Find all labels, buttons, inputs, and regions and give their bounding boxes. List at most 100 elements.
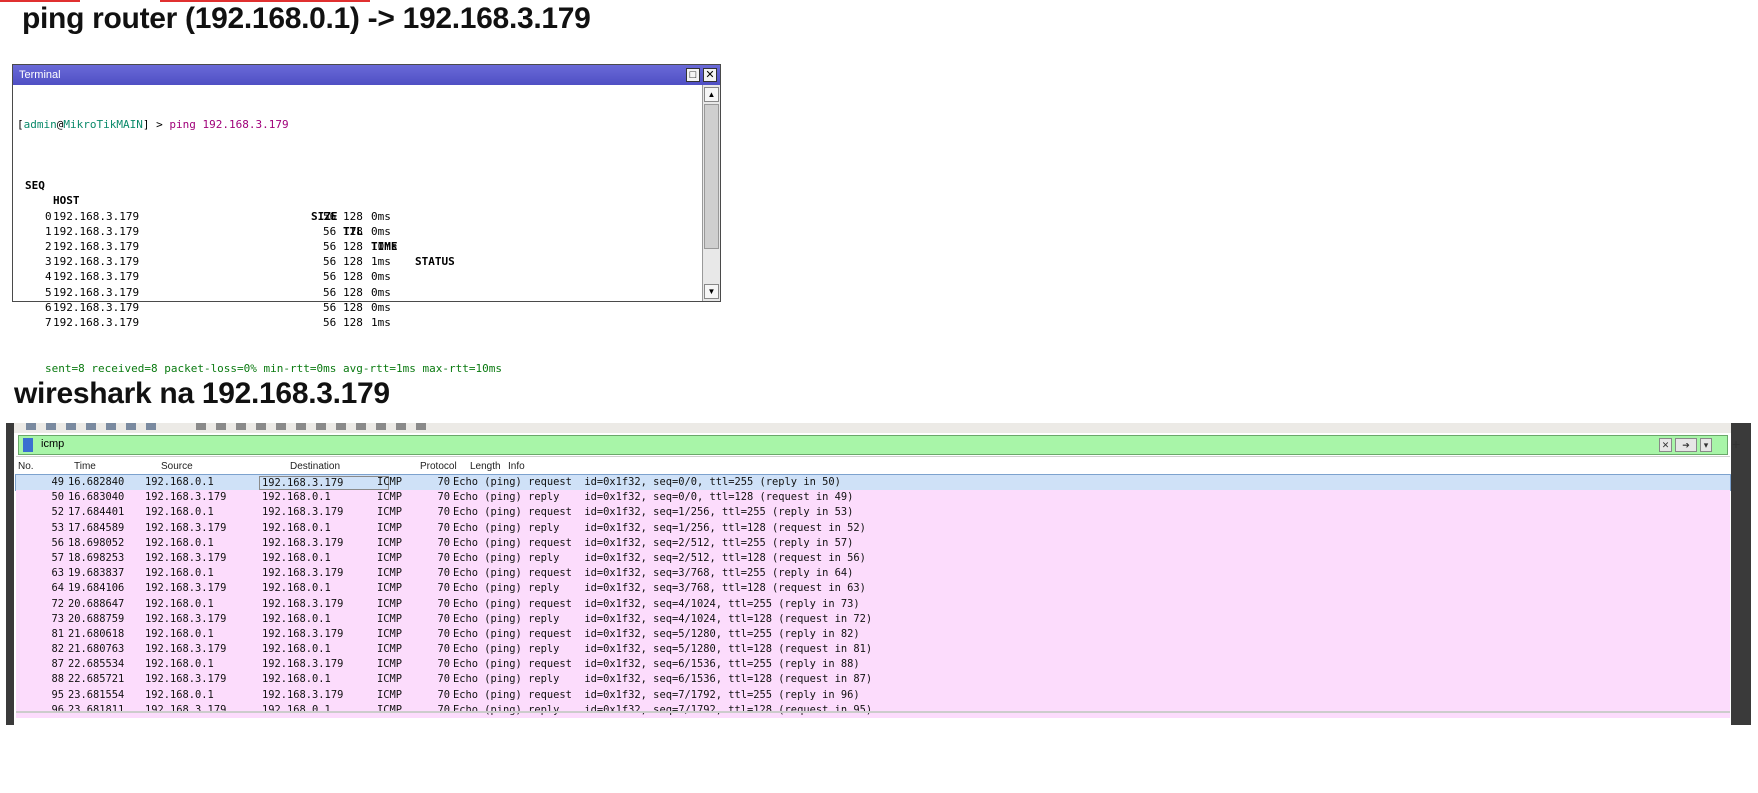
packet-row[interactable]: 88 22.685721 192.168.3.179 192.168.0.1 ICMP 7… bbox=[16, 672, 1730, 688]
packet-info: Echo (ping) request id=0x1f32, seq=2/512… bbox=[453, 536, 854, 549]
ping-row: 3 192.168.3.179 56 128 1ms bbox=[17, 254, 702, 269]
packet-row[interactable]: 52 17.684401 192.168.0.1 192.168.3.179 ICMP 7… bbox=[16, 505, 1730, 521]
packet-row[interactable]: 81 21.680618 192.168.0.1 192.168.3.179 ICMP 7… bbox=[16, 626, 1730, 643]
packet-protocol: ICMP bbox=[377, 551, 403, 564]
packet-row[interactable]: 64 19.684106 192.168.3.179 192.168.0.1 ICMP 7… bbox=[16, 581, 1730, 597]
close-icon[interactable]: ✕ bbox=[703, 68, 717, 82]
col-length[interactable]: Length bbox=[470, 461, 501, 472]
terminal-scrollbar[interactable]: ▲ ▼ bbox=[702, 85, 720, 301]
clear-filter-icon[interactable]: ✕ bbox=[1659, 438, 1672, 452]
packet-time: 18.698052 bbox=[68, 536, 125, 549]
packet-protocol: ICMP bbox=[377, 491, 403, 504]
scroll-up-icon[interactable]: ▲ bbox=[704, 87, 719, 102]
packet-row[interactable]: 63 19.683837 192.168.0.1 192.168.3.179 ICMP 7… bbox=[16, 566, 1730, 582]
packet-time: 16.683040 bbox=[68, 491, 125, 504]
display-filter-bar[interactable]: icmp ✕ ➔ ▾ bbox=[18, 435, 1728, 455]
packet-row[interactable]: 82 21.680763 192.168.3.179 192.168.0.1 ICMP 7… bbox=[16, 642, 1730, 658]
col-protocol[interactable]: Protocol bbox=[420, 461, 457, 472]
ping-size: 56 bbox=[323, 270, 337, 284]
filter-dropdown-icon[interactable]: ▾ bbox=[1700, 438, 1712, 452]
packet-time: 20.688759 bbox=[68, 612, 125, 625]
packet-list[interactable]: No. Time Source Destination Protocol Len… bbox=[15, 456, 1731, 724]
packet-length: 70 bbox=[437, 643, 450, 656]
ping-row: 1 192.168.3.179 56 128 0ms bbox=[17, 224, 702, 239]
packet-time: 19.684106 bbox=[68, 582, 125, 595]
terminal-window[interactable]: Terminal □ ✕ [admin@MikroTikMAIN] > ping… bbox=[12, 64, 721, 466]
packet-info: Echo (ping) reply id=0x1f32, seq=6/1536,… bbox=[453, 673, 873, 686]
packet-no: 49 bbox=[51, 476, 64, 488]
ping-seq: 5 bbox=[45, 285, 52, 299]
packet-row[interactable]: 95 23.681554 192.168.0.1 192.168.3.179 ICMP 7… bbox=[16, 687, 1730, 703]
packet-row[interactable]: 57 18.698253 192.168.3.179 192.168.0.1 ICMP 7… bbox=[16, 550, 1730, 567]
ping-ttl: 128 bbox=[343, 285, 363, 299]
packet-row[interactable]: 50 16.683040 192.168.3.179 192.168.0.1 ICMP 7… bbox=[16, 490, 1730, 506]
add-filter-icon[interactable]: + bbox=[1732, 436, 1740, 452]
toolbar-icons[interactable] bbox=[26, 423, 166, 430]
packet-no: 63 bbox=[51, 567, 64, 580]
col-destination[interactable]: Destination bbox=[290, 461, 340, 472]
packet-protocol: ICMP bbox=[377, 536, 403, 549]
packet-time: 16.682840 bbox=[68, 476, 125, 488]
packet-length: 70 bbox=[437, 597, 450, 610]
packet-row[interactable]: 73 20.688759 192.168.3.179 192.168.0.1 ICMP 7… bbox=[16, 611, 1730, 627]
packet-info: Echo (ping) reply id=0x1f32, seq=4/1024,… bbox=[453, 612, 873, 625]
ping-time: 0ms bbox=[371, 209, 391, 223]
packet-length: 70 bbox=[437, 567, 450, 580]
packet-no: 82 bbox=[51, 643, 64, 656]
packet-info: Echo (ping) request id=0x1f32, seq=7/179… bbox=[453, 688, 860, 701]
packet-source: 192.168.0.1 bbox=[145, 658, 214, 671]
scroll-down-icon[interactable]: ▼ bbox=[704, 284, 719, 299]
packet-length: 70 bbox=[437, 476, 450, 488]
maximize-icon[interactable]: □ bbox=[686, 68, 700, 82]
packet-row[interactable]: 72 20.688647 192.168.0.1 192.168.3.179 ICMP 7… bbox=[16, 596, 1730, 612]
packet-protocol: ICMP bbox=[377, 567, 403, 580]
apply-filter-icon[interactable]: ➔ bbox=[1675, 438, 1697, 452]
packet-destination: 192.168.0.1 bbox=[262, 673, 331, 686]
ping-time: 0ms bbox=[371, 285, 391, 299]
terminal-output[interactable]: [admin@MikroTikMAIN] > ping 192.168.3.17… bbox=[13, 85, 702, 465]
col-time[interactable]: Time bbox=[74, 461, 96, 472]
bookmark-icon[interactable] bbox=[23, 438, 33, 452]
wireshark-window[interactable]: icmp ✕ ➔ ▾ + No. Time Source Destination… bbox=[6, 423, 1751, 725]
packet-row[interactable]: 53 17.684589 192.168.3.179 192.168.0.1 ICMP 7… bbox=[16, 520, 1730, 536]
pane-divider[interactable] bbox=[16, 711, 1730, 713]
ping-size: 56 bbox=[323, 315, 337, 329]
packet-time: 18.698253 bbox=[68, 551, 125, 564]
ping-ttl: 128 bbox=[343, 224, 363, 238]
packet-row[interactable]: 87 22.685534 192.168.0.1 192.168.3.179 ICMP 7… bbox=[16, 657, 1730, 673]
packet-info: Echo (ping) reply id=0x1f32, seq=0/0, tt… bbox=[453, 491, 854, 504]
ping-table-header: SEQ HOST SIZE TTL TIME STATUS bbox=[25, 179, 455, 269]
col-info[interactable]: Info bbox=[508, 461, 525, 472]
packet-info: Echo (ping) request id=0x1f32, seq=0/0, … bbox=[453, 476, 841, 488]
packet-source: 192.168.0.1 bbox=[145, 506, 214, 519]
prompt-line: [admin@MikroTikMAIN] > ping 192.168.3.17… bbox=[17, 118, 289, 132]
packet-destination: 192.168.0.1 bbox=[262, 551, 331, 564]
col-no[interactable]: No. bbox=[18, 461, 34, 472]
packet-source: 192.168.3.179 bbox=[145, 643, 227, 656]
packet-destination: 192.168.3.179 bbox=[262, 506, 344, 519]
ping-size: 56 bbox=[323, 209, 337, 223]
ping-ttl: 128 bbox=[343, 255, 363, 269]
filter-input[interactable]: icmp bbox=[41, 438, 64, 450]
packet-protocol: ICMP bbox=[377, 521, 403, 534]
scroll-thumb[interactable] bbox=[704, 104, 719, 249]
packet-protocol: ICMP bbox=[377, 627, 403, 640]
toolbar-icons-2[interactable] bbox=[196, 423, 436, 430]
ping-seq: 0 bbox=[45, 209, 52, 223]
packet-protocol: ICMP bbox=[377, 476, 403, 488]
ping-row: 2 192.168.3.179 56 128 10ms bbox=[17, 239, 702, 254]
ping-ttl: 128 bbox=[343, 300, 363, 314]
col-source[interactable]: Source bbox=[161, 461, 193, 472]
ping-host: 192.168.3.179 bbox=[53, 224, 140, 238]
ping-time: 1ms bbox=[371, 315, 391, 329]
packet-destination: 192.168.0.1 bbox=[262, 491, 331, 504]
packet-info: Echo (ping) request id=0x1f32, seq=1/256… bbox=[453, 506, 854, 519]
packet-destination: 192.168.0.1 bbox=[262, 521, 331, 534]
packet-list-header: No. Time Source Destination Protocol Len… bbox=[16, 457, 1730, 475]
terminal-titlebar: Terminal □ ✕ bbox=[13, 65, 720, 85]
ping-row: 4 192.168.3.179 56 128 0ms bbox=[17, 269, 702, 284]
packet-row[interactable]: 49 16.682840 192.168.0.1 192.168.3.179 ICMP 7… bbox=[15, 473, 1731, 492]
packet-row[interactable]: 56 18.698052 192.168.0.1 192.168.3.179 ICMP 7… bbox=[16, 535, 1730, 551]
packet-no: 81 bbox=[51, 627, 64, 640]
packet-destination: 192.168.3.179 bbox=[262, 658, 344, 671]
